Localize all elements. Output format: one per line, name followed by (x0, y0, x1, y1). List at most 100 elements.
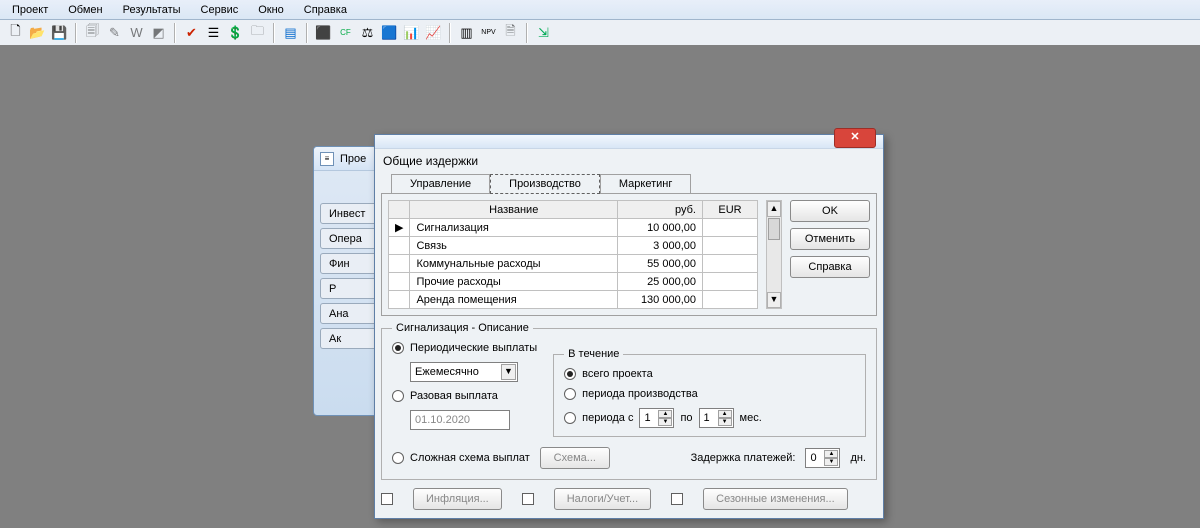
grid-header-name[interactable]: Название (410, 201, 618, 219)
scroll-thumb[interactable] (768, 218, 780, 240)
radio-production-period[interactable]: периода производства (564, 388, 855, 400)
menu-results[interactable]: Результаты (113, 2, 191, 18)
chart2-icon[interactable]: 📈 (424, 23, 443, 42)
range-to-spin[interactable]: 1 ▲▼ (699, 408, 734, 428)
cell-eur[interactable] (703, 291, 758, 309)
menu-project[interactable]: Проект (2, 2, 58, 18)
cell-eur[interactable] (703, 219, 758, 237)
tab-management[interactable]: Управление (391, 174, 490, 194)
menubar: Проект Обмен Результаты Сервис Окно Спра… (0, 0, 1200, 20)
tabs: Управление Производство Маркетинг (391, 174, 877, 193)
radio-icon (564, 388, 576, 400)
tab-production[interactable]: Производство (490, 174, 600, 194)
dialog-chrome[interactable]: ✕ (375, 135, 883, 149)
cell-name[interactable]: Связь (410, 237, 618, 255)
dialog-common-costs: ✕ Общие издержки Управление Производство… (374, 134, 884, 519)
dollar-icon[interactable]: 💲 (226, 23, 245, 42)
spin-down-icon[interactable]: ▼ (824, 458, 838, 466)
radio-complex-scheme[interactable]: Сложная схема выплат (392, 452, 530, 464)
season-check[interactable] (671, 493, 683, 505)
spin-up-icon[interactable]: ▲ (824, 450, 838, 458)
folder2-icon[interactable]: 🗀 (248, 23, 267, 42)
season-button: Сезонные изменения... (703, 488, 848, 510)
grid-header-rub[interactable]: руб. (618, 201, 703, 219)
doc3-icon[interactable]: ◩ (149, 23, 168, 42)
cell-name[interactable]: Аренда помещения (410, 291, 618, 309)
grid-row[interactable]: Коммунальные расходы 55 000,00 (389, 255, 758, 273)
radio-periodic-label: Периодические выплаты (410, 342, 537, 354)
radio-single[interactable]: Разовая выплата (392, 390, 537, 402)
tab-marketing[interactable]: Маркетинг (600, 174, 691, 194)
menu-help[interactable]: Справка (294, 2, 357, 18)
grid-header-eur[interactable]: EUR (703, 201, 758, 219)
cf-icon[interactable]: CF (336, 23, 355, 42)
grid-row[interactable]: Аренда помещения 130 000,00 (389, 291, 758, 309)
spin-up-icon[interactable]: ▲ (658, 410, 672, 418)
list-icon[interactable]: ☰ (204, 23, 223, 42)
radio-icon (392, 452, 404, 464)
radio-periodic[interactable]: Периодические выплаты (392, 342, 537, 354)
ok-button[interactable]: OK (790, 200, 870, 222)
form-icon[interactable]: ▤ (281, 23, 300, 42)
separator (526, 23, 528, 43)
doc2-icon[interactable]: ✎ (105, 23, 124, 42)
open-icon[interactable]: 📂 (28, 23, 47, 42)
new-icon[interactable]: 🗋 (6, 23, 25, 42)
doc1-icon[interactable]: 🗐 (83, 23, 102, 42)
radio-all-project[interactable]: всего проекта (564, 368, 855, 380)
inflation-button: Инфляция... (413, 488, 502, 510)
cell-rub[interactable]: 3 000,00 (618, 237, 703, 255)
cell-eur[interactable] (703, 237, 758, 255)
description-legend: Сигнализация - Описание (392, 322, 533, 334)
cell-name[interactable]: Сигнализация (410, 219, 618, 237)
cell-rub[interactable]: 130 000,00 (618, 291, 703, 309)
menu-exchange[interactable]: Обмен (58, 2, 112, 18)
radio-period-range[interactable]: периода с 1 ▲▼ по 1 ▲▼ мес. (564, 408, 855, 428)
chart-icon[interactable]: 📊 (402, 23, 421, 42)
cell-rub[interactable]: 10 000,00 (618, 219, 703, 237)
grid-row[interactable]: Прочие расходы 25 000,00 (389, 273, 758, 291)
app2-icon[interactable]: 🟦 (380, 23, 399, 42)
spin-up-icon[interactable]: ▲ (718, 410, 732, 418)
cell-name[interactable]: Коммунальные расходы (410, 255, 618, 273)
inflation-check[interactable] (381, 493, 393, 505)
grid-row[interactable]: Связь 3 000,00 (389, 237, 758, 255)
menu-window[interactable]: Окно (248, 2, 294, 18)
help-button[interactable]: Справка (790, 256, 870, 278)
spin-down-icon[interactable]: ▼ (658, 418, 672, 426)
export-icon[interactable]: ⇲ (534, 23, 553, 42)
spin-down-icon[interactable]: ▼ (718, 418, 732, 426)
word-icon[interactable]: W (127, 23, 146, 42)
delay-spin[interactable]: 0 ▲▼ (805, 448, 840, 468)
grid-row[interactable]: ▶ Сигнализация 10 000,00 (389, 219, 758, 237)
scale-icon[interactable]: ⚖ (358, 23, 377, 42)
scheme-button: Схема... (540, 447, 610, 469)
scroll-down-icon[interactable]: ▼ (767, 292, 781, 308)
close-button[interactable]: ✕ (834, 128, 876, 148)
cell-rub[interactable]: 25 000,00 (618, 273, 703, 291)
cell-eur[interactable] (703, 255, 758, 273)
cancel-button[interactable]: Отменить (790, 228, 870, 250)
radio-prod-label: периода производства (582, 388, 698, 400)
menu-service[interactable]: Сервис (191, 2, 249, 18)
scrollbar-vertical[interactable]: ▲ ▼ (766, 200, 782, 309)
radio-icon (392, 390, 404, 402)
costs-grid[interactable]: Название руб. EUR ▶ Сигнализация 10 000,… (388, 200, 758, 309)
range-from-spin[interactable]: 1 ▲▼ (639, 408, 674, 428)
tax-check[interactable] (522, 493, 534, 505)
bar-icon[interactable]: ▥ (457, 23, 476, 42)
check-icon[interactable]: ✔ (182, 23, 201, 42)
save-icon[interactable]: 💾 (50, 23, 69, 42)
cell-eur[interactable] (703, 273, 758, 291)
separator (75, 23, 77, 43)
scroll-up-icon[interactable]: ▲ (767, 201, 781, 217)
cell-rub[interactable]: 55 000,00 (618, 255, 703, 273)
period-combo[interactable]: Ежемесячно ▼ (410, 362, 518, 382)
doc4-icon[interactable]: 🗎 (501, 23, 520, 42)
cell-name[interactable]: Прочие расходы (410, 273, 618, 291)
radio-icon (392, 342, 404, 354)
single-date-input: 01.10.2020 (410, 410, 510, 430)
app1-icon[interactable]: ⬛ (314, 23, 333, 42)
radio-icon (564, 368, 576, 380)
npv-icon[interactable]: NPV (479, 23, 498, 42)
